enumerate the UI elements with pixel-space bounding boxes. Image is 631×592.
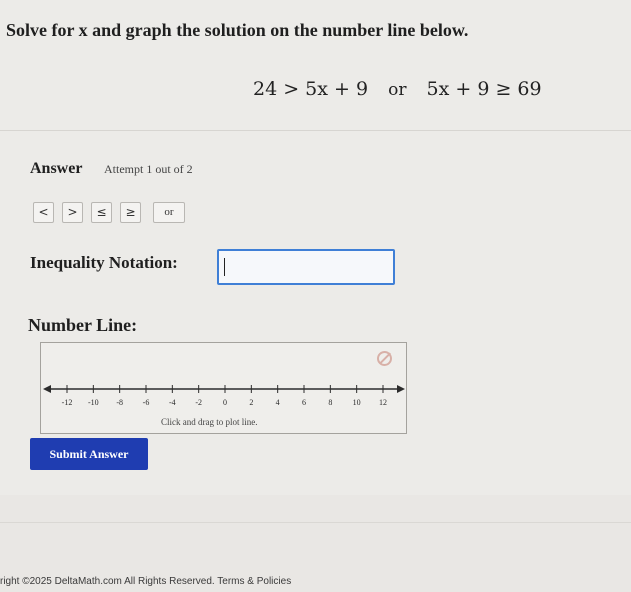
- or-button[interactable]: or: [153, 202, 185, 223]
- number-line-tick-label: 2: [249, 398, 253, 407]
- number-line-tick-label: -2: [195, 398, 202, 407]
- number-line-label: Number Line:: [28, 315, 138, 335]
- symbol-toolbar: < > ≤ ≥ or: [33, 202, 185, 223]
- less-equal-button[interactable]: ≤: [91, 202, 112, 223]
- equation: 24 > 5x + 9 or 5x + 9 ≥ 69: [253, 78, 542, 100]
- equation-left: 24 > 5x + 9: [253, 78, 369, 100]
- greater-than-button[interactable]: >: [62, 202, 83, 223]
- answer-label: Answer: [30, 160, 83, 177]
- number-line-tick-label: -10: [88, 398, 99, 407]
- left-arrow-icon: [43, 385, 51, 393]
- number-line-tick-label: 0: [223, 398, 227, 407]
- number-line-tick-label: 4: [276, 398, 280, 407]
- less-than-button[interactable]: <: [33, 202, 54, 223]
- number-line-tick-label: 12: [379, 398, 387, 407]
- number-line-tick-label: 10: [353, 398, 361, 407]
- text-cursor: [224, 258, 225, 276]
- footer-text: right ©2025 DeltaMath.com All Rights Res…: [0, 576, 292, 587]
- number-line-tick-label: -4: [169, 398, 176, 407]
- submit-answer-button[interactable]: Submit Answer: [30, 438, 148, 470]
- number-line-hint: Click and drag to plot line.: [161, 417, 258, 427]
- number-line-widget[interactable]: -12 -10 -8 -6 -4 -2 0 2 4 6 8 10 12 Click and drag t…: [40, 342, 407, 434]
- number-line-tick-label: 6: [302, 398, 306, 407]
- equation-right: 5x + 9 ≥ 69: [426, 78, 542, 100]
- divider: [0, 130, 631, 131]
- question-text: Solve for x and graph the solution on th…: [6, 20, 469, 40]
- number-line-tick-label: -8: [116, 398, 123, 407]
- inequality-input[interactable]: [217, 249, 395, 285]
- number-line-tick-label: 8: [328, 398, 332, 407]
- number-line-tick-label: -6: [143, 398, 150, 407]
- right-arrow-icon: [397, 385, 405, 393]
- inequality-label: Inequality Notation:: [30, 253, 178, 272]
- attempt-counter: Attempt 1 out of 2: [104, 162, 193, 176]
- equation-connector: or: [388, 80, 407, 100]
- number-line-tick-label: -12: [62, 398, 73, 407]
- greater-equal-button[interactable]: ≥: [120, 202, 141, 223]
- footer-divider: [0, 522, 631, 523]
